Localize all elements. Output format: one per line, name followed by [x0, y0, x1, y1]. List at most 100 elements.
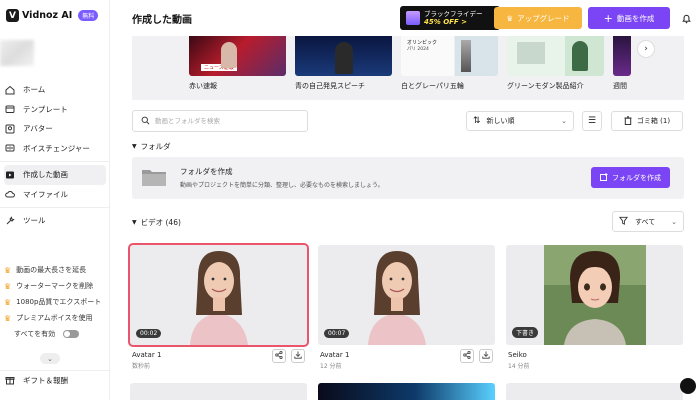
sidebar-item-avatars[interactable]: アバター [0, 119, 110, 139]
trash-icon [624, 115, 632, 127]
sidebar-item-voice-changer[interactable]: ボイスチェンジャー [0, 139, 110, 159]
folders-section-toggle[interactable]: ▼ フォルダ [132, 141, 171, 152]
collapse-button[interactable]: ⌄ [40, 353, 60, 364]
download-button[interactable] [479, 349, 493, 363]
video-card[interactable] [318, 383, 495, 400]
download-icon [482, 351, 490, 361]
black-friday-button[interactable]: ブラックフライデー 45% OFF > [400, 6, 500, 30]
create-folder-label: フォルダを作成 [612, 173, 661, 182]
create-label: 動画を作成 [616, 13, 655, 23]
sidebar-nav: ホーム テンプレート アバター ボイスチェンジャー 作成した動画 マイファイル … [0, 80, 110, 231]
video-title: Seiko [508, 351, 527, 359]
chevron-right-icon: › [644, 44, 648, 54]
video-timestamp: 12 分前 [320, 363, 342, 370]
sidebar-item-tools[interactable]: ツール [0, 211, 110, 231]
video-thumbnail[interactable]: 00:07 [318, 245, 495, 345]
draft-badge: 下書き [512, 327, 539, 338]
presenter-figure [221, 42, 237, 68]
logo-text: Vidnoz AI [22, 10, 73, 21]
video-card[interactable]: 00:02 Avatar 1 数秒前 [128, 243, 309, 370]
video-timestamp: 数秒前 [132, 363, 151, 370]
notification-bell-icon[interactable] [679, 11, 693, 25]
filter-icon [619, 216, 628, 227]
gift-icon [5, 375, 15, 387]
enable-all-toggle[interactable] [63, 330, 80, 338]
template-card[interactable] [507, 36, 604, 76]
sidebar-item-label: マイファイル [23, 189, 68, 199]
video-thumbnail[interactable]: 下書き [506, 245, 683, 345]
share-button[interactable] [460, 349, 474, 363]
sidebar-item-my-files[interactable]: マイファイル [0, 185, 110, 205]
video-card[interactable]: 下書き Seiko 14 分前 [506, 245, 683, 370]
promo-label: 1080p品質でエクスポート [16, 298, 102, 306]
duration-badge: 00:02 [136, 329, 162, 338]
template-name: グリーンモダン製品紹介 [507, 82, 584, 90]
crown-icon: ♛ [4, 297, 12, 307]
carousel-next-button[interactable]: › [637, 40, 655, 58]
video-filter-select[interactable]: すべて ⌄ [612, 211, 684, 232]
video-card[interactable]: 00:07 Avatar 1 12 分前 [318, 245, 495, 370]
search-field[interactable] [132, 110, 308, 132]
create-folder-panel: フォルダを作成 動画やプロジェクトを簡単に分類、整理し、必要なものを検索しましょ… [132, 157, 684, 199]
promo-item[interactable]: ♛ 1080p品質でエクスポート [0, 294, 110, 310]
template-overlay-text: パリ 2024 [407, 47, 429, 52]
divider [0, 207, 110, 208]
search-input[interactable] [155, 117, 295, 125]
sort-select[interactable]: ⇅ 新しい順 ⌄ [466, 111, 574, 131]
premium-features: ♛ 動画の最大長さを延長 ♛ ウォーターマークを削除 ♛ 1080p品質でエクスポート… [0, 262, 110, 342]
sidebar-item-templates[interactable]: テンプレート [0, 100, 110, 120]
avatar-icon [5, 124, 15, 134]
video-icon [5, 170, 15, 180]
promo-item[interactable]: ♛ プレミアムボイスを使用 [0, 310, 110, 326]
download-button[interactable] [291, 349, 305, 363]
search-icon [141, 116, 150, 127]
template-card[interactable]: オリンピック パリ 2024 [401, 36, 498, 76]
sidebar-item-my-videos[interactable]: 作成した動画 [4, 165, 106, 185]
cloud-icon [5, 189, 15, 199]
template-name: 青の自己発見スピーチ [295, 82, 365, 90]
blurred-profile [0, 40, 34, 66]
app-logo[interactable]: V Vidnoz AI 無料 [6, 9, 99, 22]
product-image [517, 42, 545, 64]
chat-support-button[interactable] [680, 378, 696, 394]
template-carousel: ニュース速報 赤い速報 青の自己発見スピーチ オリンピック パリ 2024 白と… [132, 36, 684, 100]
sidebar-item-label: 作成した動画 [23, 170, 68, 180]
video-title: Avatar 1 [320, 351, 350, 359]
sidebar-item-home[interactable]: ホーム [0, 80, 110, 100]
promo-item[interactable]: ♛ ウォーターマークを削除 [0, 278, 110, 294]
voice-changer-icon [5, 143, 15, 153]
main-content: ニュース速報 赤い速報 青の自己発見スピーチ オリンピック パリ 2024 白と… [110, 36, 700, 400]
share-button[interactable] [272, 349, 286, 363]
folder-add-icon [600, 172, 608, 183]
presenter-figure [335, 42, 353, 74]
template-name: 赤い速報 [189, 82, 217, 90]
template-overlay-text: オリンピック [407, 40, 438, 46]
trash-button[interactable]: ゴミ箱 (1) [611, 111, 683, 131]
folder-icon [141, 167, 167, 187]
sidebar-item-label: アバター [23, 124, 53, 134]
list-view-button[interactable]: ☰ [582, 111, 602, 131]
video-thumbnail[interactable]: 00:02 [128, 243, 309, 347]
promo-item[interactable]: ♛ 動画の最大長さを延長 [0, 262, 110, 278]
template-card[interactable] [613, 36, 631, 76]
gift-rewards[interactable]: ギフト＆報酬 [0, 370, 110, 390]
create-video-button[interactable]: + 動画を作成 [588, 7, 670, 29]
videos-section-toggle[interactable]: ▼ ビデオ (46) [132, 217, 181, 228]
promo-label: 動画の最大長さを延長 [16, 266, 87, 274]
template-name: 白とグレーパリ五輪 [401, 82, 464, 90]
tower-figure [461, 40, 471, 72]
template-card[interactable] [295, 36, 392, 76]
create-folder-description: 動画やプロジェクトを簡単に分類、整理し、必要なものを検索しましょう。 [180, 182, 384, 189]
create-folder-button[interactable]: フォルダを作成 [591, 167, 670, 188]
video-card[interactable] [130, 383, 307, 400]
crown-icon: ♛ [4, 265, 12, 275]
video-card[interactable] [506, 383, 683, 400]
template-card[interactable]: ニュース速報 [189, 36, 286, 76]
tools-icon [5, 216, 15, 226]
duration-badge: 00:07 [324, 329, 350, 338]
divider [0, 161, 110, 162]
share-icon [275, 350, 283, 361]
chevron-down-icon: ⌄ [671, 217, 677, 226]
upgrade-button[interactable]: ♛ アップグレード [494, 7, 582, 29]
crown-icon: ♛ [4, 281, 12, 291]
